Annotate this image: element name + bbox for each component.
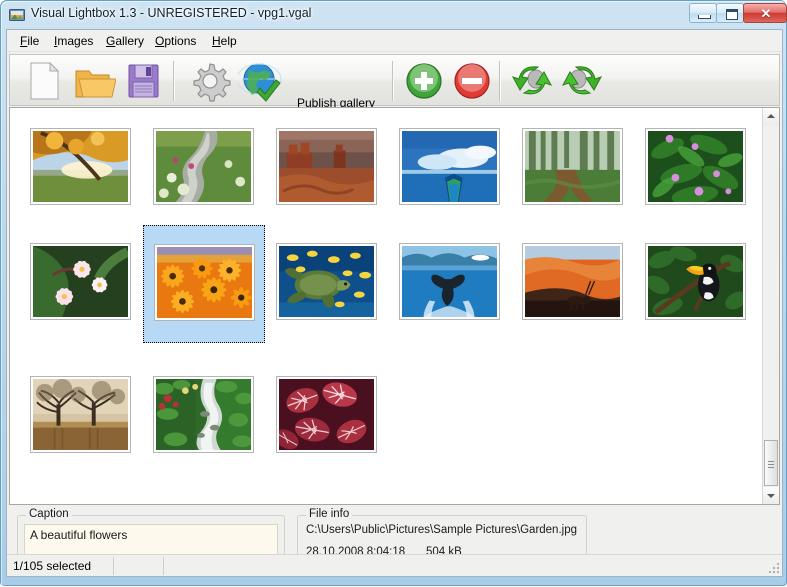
thumbnail-image-frangipani (33, 246, 128, 317)
rotate-left-button[interactable] (510, 59, 554, 103)
resize-grip[interactable] (768, 562, 780, 574)
file-path-text: C:\Users\Public\Pictures\Sample Pictures… (306, 524, 577, 536)
thumbnail-frame (30, 128, 131, 205)
gear-icon (193, 63, 231, 102)
thumbnail-image-creek (156, 131, 251, 202)
chevron-down-icon (767, 494, 775, 498)
window-title: Visual Lightbox 1.3 - UNREGISTERED - vpg… (31, 6, 312, 20)
thumbnail-frame (154, 244, 255, 321)
options-button[interactable] (188, 59, 232, 103)
thumbnail-frame (399, 128, 500, 205)
thumbnail-item-11[interactable] (512, 225, 634, 323)
thumbnail-frame (153, 376, 254, 453)
toolbar-separator-1 (173, 61, 175, 101)
page-icon (30, 61, 60, 100)
folder-open-icon (75, 70, 117, 98)
status-selection-text: 1/105 selected (9, 557, 114, 575)
thumbnail-image-forest-path (525, 131, 620, 202)
menu-item-help[interactable]: Help (207, 33, 242, 49)
scroll-up-button[interactable] (763, 108, 779, 125)
thumbnail-frame (522, 243, 623, 320)
thumbnail-item-5[interactable] (512, 120, 634, 218)
add-images-button[interactable] (402, 59, 446, 103)
thumbnail-item-7[interactable] (20, 225, 142, 323)
thumbnail-item-6[interactable] (635, 120, 757, 218)
status-panel-3 (164, 557, 774, 575)
thumbnail-frame (522, 128, 623, 205)
rotate-right-icon (561, 66, 603, 95)
title-bar[interactable]: Visual Lightbox 1.3 - UNREGISTERED - vpg… (2, 2, 787, 29)
thumbnail-item-13[interactable] (20, 364, 142, 462)
thumbnail-item-9[interactable] (266, 225, 388, 323)
thumbnail-item-10[interactable] (389, 225, 511, 323)
close-button[interactable]: ✕ (743, 3, 787, 23)
chevron-up-icon (767, 114, 775, 118)
status-panel-2 (114, 557, 164, 575)
close-icon: ✕ (760, 6, 772, 21)
menu-item-options[interactable]: Options (150, 33, 201, 49)
thumbnail-image-green-leaves (648, 131, 743, 202)
thumbnail-item-1[interactable] (20, 120, 142, 218)
thumbnail-frame (399, 243, 500, 320)
thumbnail-image-garden-stream (156, 379, 251, 450)
rotate-right-button[interactable] (560, 59, 604, 103)
client-area: File Images Gallery Options Help Publish… (6, 29, 783, 577)
status-bar: 1/105 selected (7, 554, 782, 576)
thumbnail-frame (276, 128, 377, 205)
thumbnail-frame (645, 128, 746, 205)
toolbar-separator-2 (392, 61, 394, 101)
app-lightbox-icon (9, 9, 25, 21)
publish-gallery-button[interactable] (236, 59, 282, 103)
thumbnail-grid[interactable] (9, 107, 780, 505)
thumbnail-item-15[interactable] (266, 364, 388, 462)
plus-circle-icon (406, 63, 442, 99)
thumbnail-item-8[interactable] (143, 225, 265, 343)
thumbnail-frame (153, 128, 254, 205)
thumbnail-image-autumn-leaves (33, 131, 128, 202)
minimize-icon (698, 15, 711, 19)
toolbar-separator-3 (499, 61, 501, 101)
thumbnail-image-red-leaves (279, 379, 374, 450)
thumbnail-frame (30, 376, 131, 453)
thumbnail-image-toucan (648, 246, 743, 317)
menu-item-images[interactable]: Images (49, 33, 98, 49)
menu-item-file[interactable]: File (15, 33, 44, 49)
thumbnail-image-blue-lake-canoe (402, 131, 497, 202)
new-gallery-button[interactable] (22, 59, 66, 103)
minimize-button[interactable] (689, 3, 717, 23)
thumbnail-item-14[interactable] (143, 364, 265, 462)
thumbnail-item-3[interactable] (266, 120, 388, 218)
thumbnail-image-sea-turtle (279, 246, 374, 317)
thumbnail-frame (30, 243, 131, 320)
thumbnail-frame (276, 243, 377, 320)
scroll-down-button[interactable] (763, 487, 779, 504)
toolbar (9, 54, 780, 106)
thumbnail-item-12[interactable] (635, 225, 757, 323)
caption-legend: Caption (26, 508, 72, 520)
thumbnail-item-2[interactable] (143, 120, 265, 218)
vertical-scrollbar[interactable] (762, 108, 779, 504)
thumbnail-image-orange-daisies (157, 247, 252, 318)
globe-check-icon (236, 63, 282, 102)
scrollbar-thumb[interactable] (764, 440, 778, 486)
thumbnail-image-desert-buttes (279, 131, 374, 202)
minus-circle-icon (454, 63, 490, 99)
thumbnail-frame (645, 243, 746, 320)
menu-bar: File Images Gallery Options Help (7, 30, 782, 52)
application-window: Visual Lightbox 1.3 - UNREGISTERED - vpg… (0, 0, 787, 587)
maximize-icon (726, 9, 738, 20)
rotate-left-icon (511, 66, 553, 95)
floppy-disk-icon (128, 64, 159, 98)
file-info-legend: File info (306, 508, 353, 520)
thumbnail-image-desert-oryx (525, 246, 620, 317)
thumbnail-frame (276, 376, 377, 453)
maximize-button[interactable] (716, 3, 744, 23)
remove-images-button[interactable] (450, 59, 494, 103)
thumbnail-item-4[interactable] (389, 120, 511, 218)
thumbnail-image-whale-tail (402, 246, 497, 317)
menu-item-gallery[interactable]: Gallery (101, 33, 149, 49)
thumbnail-image-twin-trees (33, 379, 128, 450)
save-gallery-button[interactable] (122, 59, 166, 103)
open-gallery-button[interactable] (72, 59, 117, 103)
